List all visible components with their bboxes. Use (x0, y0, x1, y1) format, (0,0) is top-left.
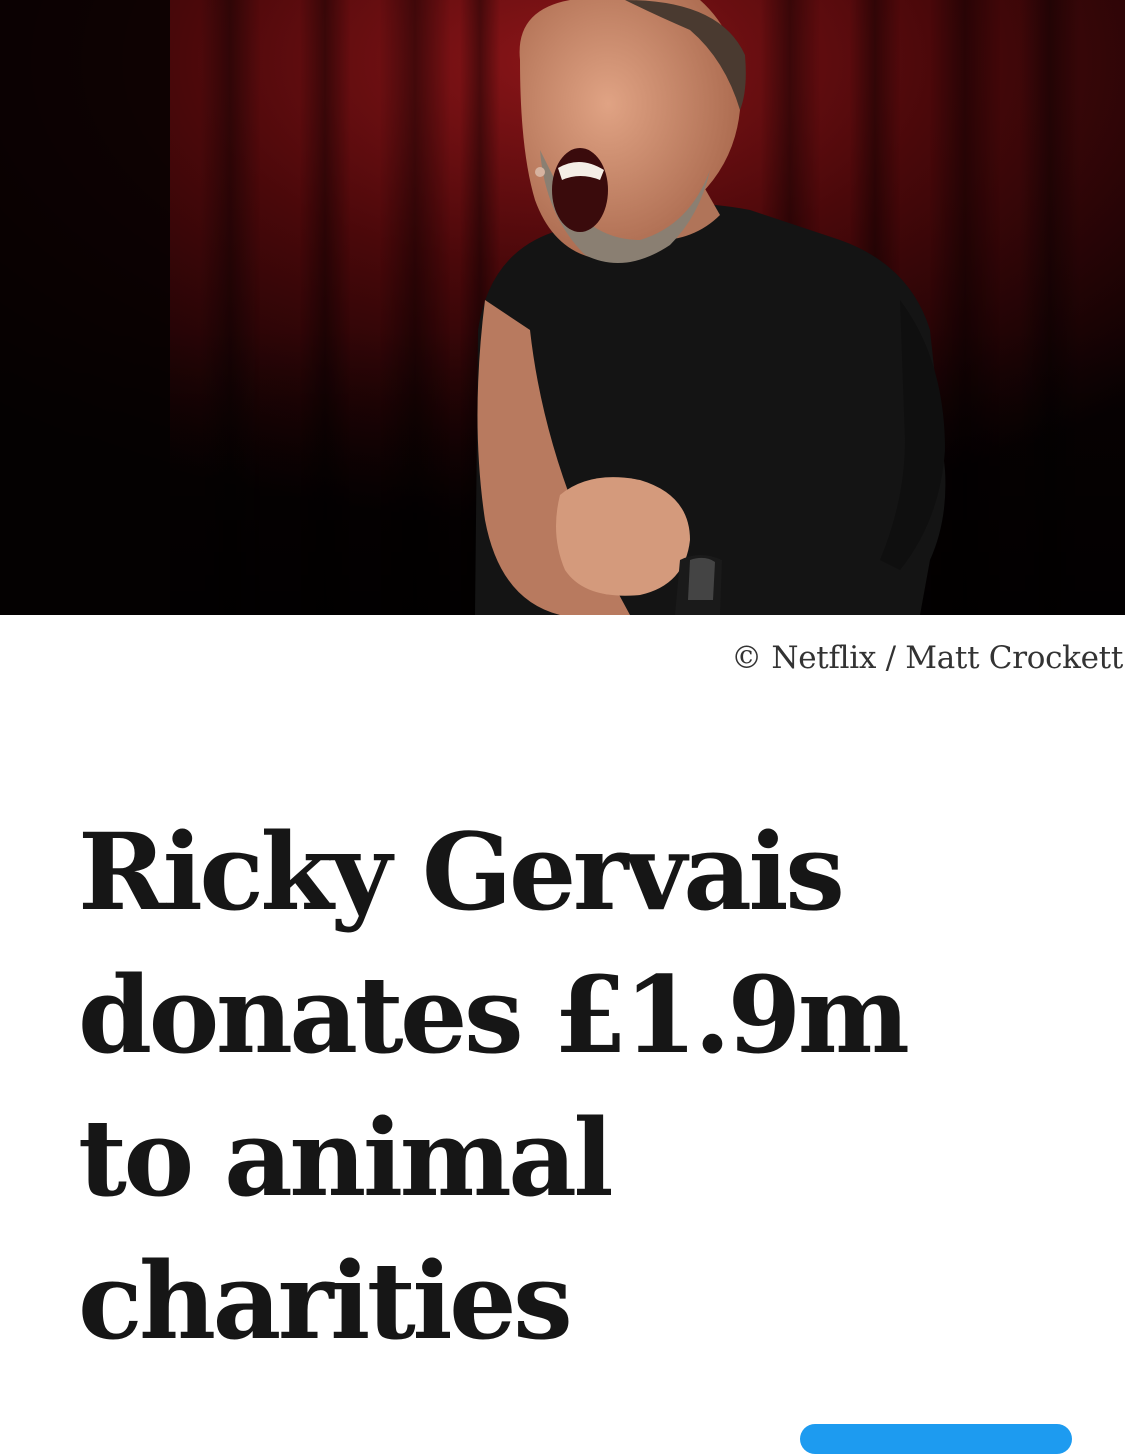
photo-credit: © Netflix / Matt Crockett (731, 640, 1123, 676)
action-button-edge[interactable] (800, 1424, 1072, 1454)
headline-line: to animal (78, 1095, 614, 1220)
article-hero-photo (0, 0, 1125, 615)
headline-line: Ricky Gervais (78, 809, 845, 934)
headline-line: donates £1.9m (78, 952, 910, 1077)
article-headline: Ricky Gervais donates £1.9m to animal ch… (78, 800, 1078, 1372)
headline-line: charities (78, 1238, 573, 1363)
stage-photo-illustration (0, 0, 1125, 615)
